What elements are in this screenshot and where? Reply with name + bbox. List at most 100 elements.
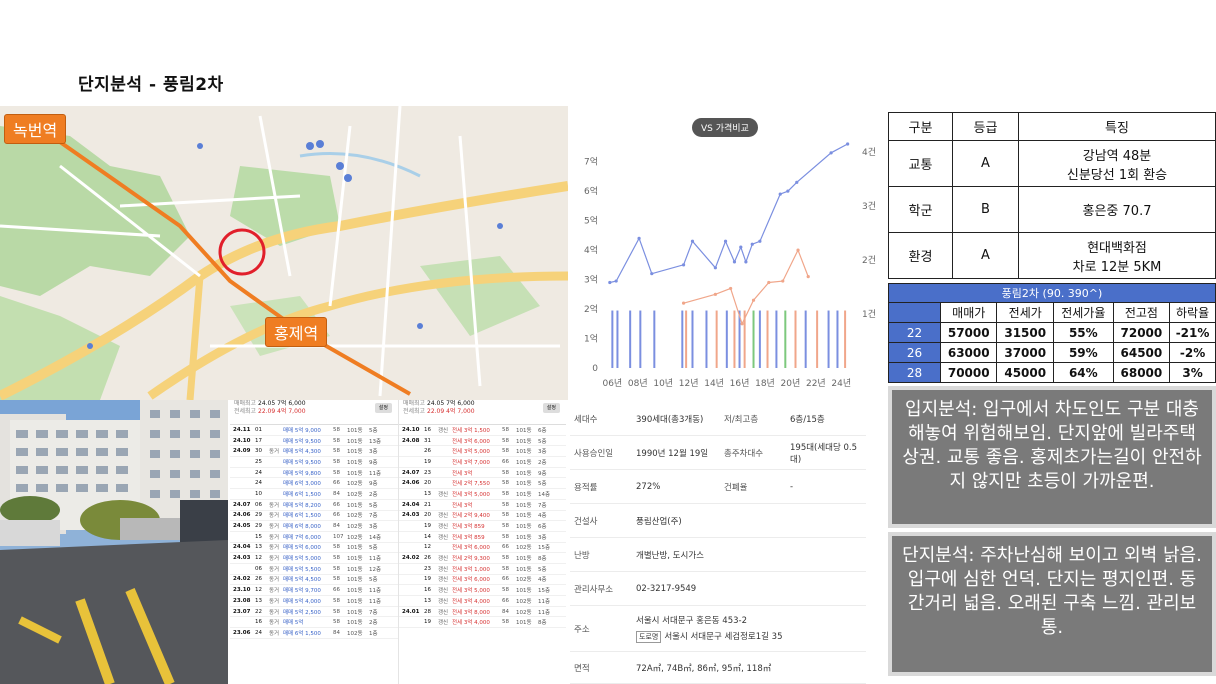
series-point bbox=[740, 322, 744, 326]
transaction-row[interactable]: 25 매매 5억 9,500 58 101동 9층 bbox=[230, 457, 398, 468]
transaction-row[interactable]: 06 동거 매매 5억 5,500 58 101동 12층 bbox=[230, 564, 398, 575]
price-size: 22 bbox=[888, 322, 941, 343]
transaction-row[interactable]: 24.08 31 전세 3억 6,000 58 101동 5층 bbox=[399, 436, 566, 447]
volume-bar bbox=[616, 310, 619, 368]
transaction-row[interactable]: 13 갱신 전세 3억 4,000 66 102동 11층 bbox=[399, 596, 566, 607]
transaction-row[interactable]: 16 갱신 전세 3억 5,000 58 101동 15층 bbox=[399, 585, 566, 596]
transaction-row[interactable]: 24.03 12 동거 매매 5억 5,000 58 101동 11층 bbox=[230, 553, 398, 564]
transaction-row[interactable]: 16 동거 매매 5억 58 101동 2층 bbox=[230, 617, 398, 629]
chart-svg: 0 1억 2억 3억 4억 5억 6억 7억 1건 2건 3건 4건 06년 08년 10년 12년 14년 16… bbox=[584, 142, 876, 389]
settings-button[interactable]: 설정 bbox=[542, 403, 560, 413]
transaction-row[interactable]: 23.10 12 동거 매매 5억 9,700 66 101동 11층 bbox=[230, 585, 398, 596]
transaction-row[interactable]: 14 갱신 전세 3억 859 58 101동 3층 bbox=[399, 532, 566, 543]
transaction-row[interactable]: 24.07 06 동거 매매 5억 8,200 66 101동 5층 bbox=[230, 500, 398, 511]
transaction-type: 갱신 bbox=[438, 588, 449, 595]
transaction-size: 84 bbox=[333, 490, 340, 497]
volume-bar bbox=[733, 310, 736, 368]
transaction-row[interactable]: 24.01 28 갱신 전세 3억 8,000 84 102동 11층 bbox=[399, 607, 566, 618]
transaction-type: 동거 bbox=[269, 524, 280, 531]
volume-bar bbox=[758, 310, 761, 368]
series-point bbox=[650, 272, 654, 276]
transaction-row[interactable]: 24.05 29 동거 매매 6억 8,000 84 102동 3층 bbox=[230, 521, 398, 532]
transaction-type: 동거 bbox=[269, 566, 280, 573]
transaction-bldg: 101동 bbox=[516, 470, 532, 477]
transaction-bldg: 101동 bbox=[516, 588, 532, 595]
settings-button[interactable]: 설정 bbox=[374, 403, 392, 413]
transaction-row[interactable]: 23.06 24 동거 매매 6억 1,500 84 102동 1층 bbox=[230, 628, 398, 639]
series-point bbox=[751, 298, 756, 302]
transaction-row[interactable]: 24.07 23 전세 3억 58 101동 9층 bbox=[399, 468, 566, 479]
transaction-day: 14 bbox=[424, 533, 431, 540]
transaction-day: 21 bbox=[424, 501, 431, 508]
price-cell: 64500 bbox=[1112, 342, 1171, 363]
transaction-bldg: 101동 bbox=[347, 620, 363, 627]
transaction-row[interactable]: 24.03 20 갱신 전세 2억 9,400 58 101동 4층 bbox=[399, 511, 566, 522]
transaction-bldg: 102동 bbox=[347, 534, 363, 541]
transaction-row[interactable]: 24.04 13 동거 매매 5억 6,000 58 101동 5층 bbox=[230, 543, 398, 554]
transaction-day: 19 bbox=[424, 458, 431, 465]
transaction-row[interactable]: 19 갱신 전세 3억 4,000 58 101동 8층 bbox=[399, 617, 566, 629]
transaction-day: 24 bbox=[255, 480, 262, 487]
area-map[interactable] bbox=[0, 106, 568, 400]
transaction-row[interactable]: 24.10 17 매매 5억 9,500 58 101동 13층 bbox=[230, 436, 398, 447]
transaction-row[interactable]: 24 매매 5억 9,800 58 101동 11층 bbox=[230, 468, 398, 479]
transaction-price: 전세 3억 6,000 bbox=[452, 545, 490, 552]
series-point bbox=[744, 260, 748, 264]
transaction-row[interactable]: 15 동거 매매 7억 6,000 107 102동 14층 bbox=[230, 532, 398, 543]
transaction-size: 58 bbox=[333, 565, 340, 572]
transaction-row[interactable]: 24.06 29 동거 매매 6억 1,500 66 102동 7층 bbox=[230, 511, 398, 522]
jeonse-transaction-list[interactable]: 매매최고 24.05 7억 6,000 전세최고 22.09 4억 7,000 … bbox=[398, 400, 566, 684]
transaction-row[interactable]: 23 갱신 전세 3억 1,000 58 101동 5층 bbox=[399, 564, 566, 575]
series-point bbox=[778, 192, 782, 196]
transaction-row[interactable]: 24.02 26 동거 매매 5억 4,500 58 101동 5층 bbox=[230, 575, 398, 586]
transaction-row[interactable]: 23.07 22 동거 매매 5억 2,500 58 101동 7층 bbox=[230, 607, 398, 618]
transaction-row[interactable]: 19 갱신 전세 3억 6,000 66 102동 4층 bbox=[399, 575, 566, 586]
transaction-type: 갱신 bbox=[438, 598, 449, 605]
transaction-row[interactable]: 24 매매 6억 3,000 66 102동 9층 bbox=[230, 478, 398, 490]
transaction-row[interactable]: 23.08 13 동거 매매 5억 4,000 58 101동 11층 bbox=[230, 596, 398, 607]
x-tick-label: 20년 bbox=[781, 378, 801, 389]
grade-table: 구분 등급 특징 교통 A 강남역 48분 신분당선 1회 환승 학군 B 홍은중… bbox=[888, 112, 1216, 279]
transaction-row[interactable]: 24.06 20 전세 2억 7,550 58 101동 5층 bbox=[399, 478, 566, 490]
transaction-day: 19 bbox=[424, 576, 431, 583]
transaction-row[interactable]: 12 전세 3억 6,000 66 102동 15층 bbox=[399, 543, 566, 554]
x-tick-label: 24년 bbox=[831, 378, 851, 389]
transaction-row[interactable]: 24.11 01 매매 5억 9,000 58 101동 5층 bbox=[230, 425, 398, 436]
transaction-day: 13 bbox=[255, 597, 262, 604]
transaction-type: 갱신 bbox=[438, 620, 449, 627]
transaction-price: 매매 5억 9,500 bbox=[283, 438, 321, 445]
transaction-day: 16 bbox=[255, 619, 262, 626]
transaction-row[interactable]: 24.10 16 갱신 전세 3억 1,500 58 101동 6층 bbox=[399, 425, 566, 436]
price-cell: 63000 bbox=[939, 342, 998, 363]
transaction-price: 매매 5억 5,500 bbox=[283, 566, 321, 573]
transaction-bldg: 101동 bbox=[347, 502, 363, 509]
transaction-row[interactable]: 10 매매 6억 1,500 84 102동 2층 bbox=[230, 489, 398, 500]
transaction-price: 전세 2억 7,550 bbox=[452, 481, 490, 488]
info-value: 72A㎡, 74B㎡, 86㎡, 95㎡, 118㎡ bbox=[636, 663, 772, 674]
info-value: 서울시 서대문구 홍은동 453-2 도로명 서울시 서대문구 세검정로1길 35 bbox=[636, 616, 783, 643]
transaction-row[interactable]: 26 전세 3억 5,000 58 101동 3층 bbox=[399, 446, 566, 458]
series-point bbox=[713, 292, 717, 296]
price-cell: -2% bbox=[1169, 342, 1216, 363]
transaction-row[interactable]: 24.04 21 전세 3억 58 101동 7층 bbox=[399, 500, 566, 511]
transaction-day: 19 bbox=[424, 523, 431, 530]
transaction-size: 66 bbox=[333, 512, 340, 519]
chart-title[interactable]: VS 가격비교 bbox=[692, 118, 758, 137]
transaction-bldg: 101동 bbox=[347, 577, 363, 584]
transaction-size: 58 bbox=[502, 469, 509, 476]
transaction-price: 전세 3억 8,000 bbox=[452, 609, 490, 616]
transaction-size: 58 bbox=[502, 523, 509, 530]
transaction-row[interactable]: 13 갱신 전세 3억 5,000 58 101동 14층 bbox=[399, 489, 566, 500]
transaction-size: 58 bbox=[502, 587, 509, 594]
transaction-price: 매매 6억 1,500 bbox=[283, 491, 321, 498]
transaction-row[interactable]: 19 전세 3억 7,000 66 101동 2층 bbox=[399, 457, 566, 468]
transaction-floor: 5층 bbox=[369, 502, 378, 509]
transaction-row[interactable]: 24.02 26 갱신 전세 2억 9,300 58 101동 8층 bbox=[399, 553, 566, 564]
transaction-price: 전세 3억 859 bbox=[452, 534, 485, 541]
y-left-tick-label: 7억 bbox=[584, 156, 598, 168]
transaction-row[interactable]: 24.09 30 동거 매매 5억 4,300 58 101동 3층 bbox=[230, 446, 398, 458]
transaction-type: 동거 bbox=[269, 630, 280, 637]
transaction-row[interactable]: 19 갱신 전세 3억 859 58 101동 6층 bbox=[399, 521, 566, 532]
volume-bar bbox=[784, 310, 787, 368]
sale-transaction-list[interactable]: 매매최고 24.05 7억 6,000 전세최고 22.09 4억 7,000 … bbox=[230, 400, 398, 684]
